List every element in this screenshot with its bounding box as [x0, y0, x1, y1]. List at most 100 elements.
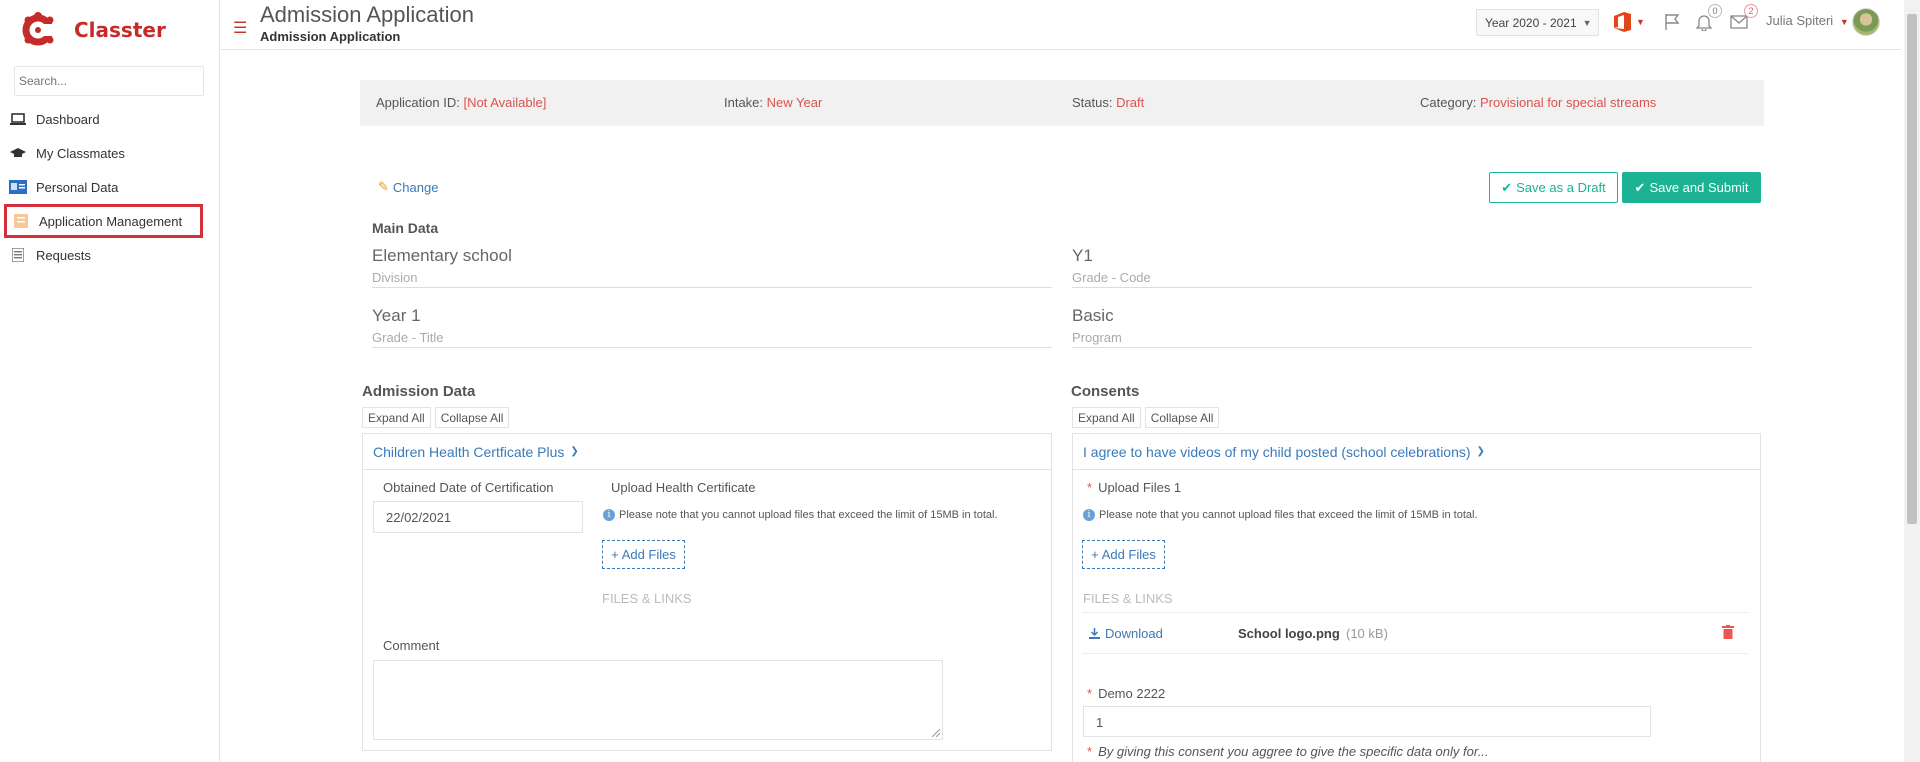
user-name: Julia Spiteri	[1766, 13, 1834, 28]
consent-upload-note-text: Please note that you cannot upload files…	[1099, 509, 1478, 521]
laptop-icon	[8, 111, 28, 127]
save-draft-label: Save as a Draft	[1516, 180, 1606, 195]
notification-badge: 0	[1708, 4, 1722, 18]
expand-all-button[interactable]: Expand All	[1072, 407, 1141, 428]
app-name: Classter	[74, 18, 166, 42]
status-label: Status:	[1072, 95, 1113, 110]
year-select[interactable]: Year 2020 - 2021 ▼	[1476, 9, 1599, 36]
user-menu[interactable]: Julia Spiteri ▼	[1766, 13, 1849, 28]
category-value: Provisional for special streams	[1480, 95, 1657, 110]
division-field: Elementary school Division	[372, 246, 1052, 288]
sidebar-item-label: Personal Data	[36, 179, 119, 195]
pencil-icon: ✎	[378, 179, 389, 194]
grade-code-label: Grade - Code	[1072, 270, 1151, 285]
menu-toggle-icon[interactable]: ☰	[233, 18, 247, 38]
grade-title-field: Year 1 Grade - Title	[372, 306, 1052, 348]
files-links-label: FILES & LINKS	[602, 591, 692, 606]
page-title: Admission Application	[260, 2, 475, 27]
messages-badge: 2	[1744, 4, 1758, 18]
sidebar: Classter Dashboard My Classmates Persona…	[0, 0, 220, 762]
category: Category: Provisional for special stream…	[1420, 95, 1656, 110]
change-link[interactable]: ✎ Change	[378, 179, 438, 195]
sidebar-item-personal-data[interactable]: Personal Data	[0, 170, 220, 204]
health-certificate-panel-title: Children Health Certficate Plus	[373, 443, 565, 460]
comment-textarea[interactable]	[373, 660, 943, 740]
add-files-label: Add Files	[621, 547, 676, 562]
bell-icon[interactable]: 0	[1696, 4, 1722, 32]
grade-title-label: Grade - Title	[372, 330, 444, 345]
header: ☰ Admission Application Admission Applic…	[221, 0, 1901, 50]
consent-disclaimer-text: By giving this consent you aggree to giv…	[1098, 744, 1489, 759]
chevron-down-icon: ❯	[570, 446, 579, 457]
application-id-value: [Not Available]	[463, 95, 547, 110]
main-data-title: Main Data	[372, 220, 439, 236]
file-row: Download School logo.png (10 kB)	[1082, 612, 1748, 654]
consents-title: Consents	[1071, 383, 1140, 400]
sidebar-item-dashboard[interactable]: Dashboard	[0, 102, 220, 136]
chevron-down-icon: ❯	[1476, 446, 1485, 457]
info-icon: i	[603, 509, 615, 521]
sidebar-search-input[interactable]	[14, 66, 204, 96]
sidebar-item-my-classmates[interactable]: My Classmates	[0, 136, 220, 170]
consent-upload-limit-note: i Please note that you cannot upload fil…	[1083, 509, 1478, 521]
collapse-all-button[interactable]: Collapse All	[434, 407, 510, 428]
download-link[interactable]: Download	[1088, 626, 1163, 641]
scrollbar-thumb[interactable]	[1907, 14, 1917, 524]
upload-limit-note: i Please note that you cannot upload fil…	[603, 509, 998, 521]
page-scrollbar[interactable]	[1904, 0, 1920, 762]
consents-toggle-group: Expand All Collapse All	[1072, 407, 1223, 428]
division-label: Division	[372, 270, 418, 285]
obtained-date-input[interactable]: 22/02/2021	[373, 501, 583, 533]
required-marker: *	[1087, 480, 1093, 495]
sidebar-item-label: Requests	[36, 247, 91, 263]
save-submit-button[interactable]: ✔ Save and Submit	[1622, 172, 1761, 203]
caret-down-icon: ▼	[1582, 17, 1592, 28]
grade-code-field: Y1 Grade - Code	[1072, 246, 1752, 288]
sidebar-item-application-management[interactable]: Application Management	[4, 204, 203, 238]
change-label: Change	[392, 179, 439, 195]
plus-icon: +	[611, 547, 619, 562]
demo-label-text: Demo 2222	[1098, 686, 1166, 701]
application-id: Application ID: [Not Available]	[376, 95, 546, 110]
plus-icon: +	[1091, 547, 1099, 562]
graduation-cap-icon	[8, 145, 28, 161]
sidebar-item-label: Application Management	[39, 213, 183, 229]
avatar[interactable]	[1852, 8, 1880, 36]
id-card-icon	[8, 179, 28, 195]
file-name: School logo.png	[1238, 626, 1340, 641]
status: Status: Draft	[1072, 95, 1144, 110]
flag-icon[interactable]	[1664, 12, 1680, 32]
upload-health-certificate-label: Upload Health Certificate	[611, 480, 756, 495]
envelope-icon[interactable]: 2	[1730, 4, 1758, 32]
comment-label: Comment	[383, 638, 440, 653]
consent-files-links-label: FILES & LINKS	[1083, 591, 1173, 606]
office-icon[interactable]: ▼	[1614, 12, 1645, 32]
category-label: Category:	[1420, 95, 1477, 110]
trash-icon[interactable]	[1722, 625, 1734, 639]
page-subtitle: Admission Application	[260, 29, 401, 44]
caret-down-icon: ▼	[1839, 17, 1849, 27]
add-files-label: Add Files	[1101, 547, 1156, 562]
sidebar-nav: Dashboard My Classmates Personal Data Ap…	[0, 102, 220, 272]
sidebar-item-requests[interactable]: Requests	[0, 238, 220, 272]
check-icon: ✔	[1634, 179, 1646, 195]
download-label: Download	[1105, 626, 1163, 641]
status-value: Draft	[1116, 95, 1145, 110]
health-certificate-panel-header[interactable]: Children Health Certficate Plus ❯	[363, 434, 1051, 470]
collapse-all-button[interactable]: Collapse All	[1144, 407, 1220, 428]
consent-disclaimer: * By giving this consent you aggree to gi…	[1087, 744, 1489, 759]
demo-input[interactable]: 1	[1083, 706, 1651, 737]
logo[interactable]: Classter	[20, 8, 200, 52]
add-files-button[interactable]: + Add Files	[602, 540, 685, 569]
consent-panel-header[interactable]: I agree to have videos of my child poste…	[1073, 434, 1760, 470]
sidebar-item-label: My Classmates	[36, 145, 125, 161]
list-icon	[8, 247, 28, 263]
sidebar-item-label: Dashboard	[36, 111, 100, 127]
required-marker: *	[1087, 686, 1093, 701]
consent-add-files-button[interactable]: + Add Files	[1082, 540, 1165, 569]
intake-value: New Year	[766, 95, 823, 110]
expand-all-button[interactable]: Expand All	[362, 407, 431, 428]
classter-logo-icon	[20, 10, 60, 50]
consent-panel-title: I agree to have videos of my child poste…	[1083, 443, 1471, 460]
save-draft-button[interactable]: ✔ Save as a Draft	[1489, 172, 1618, 203]
